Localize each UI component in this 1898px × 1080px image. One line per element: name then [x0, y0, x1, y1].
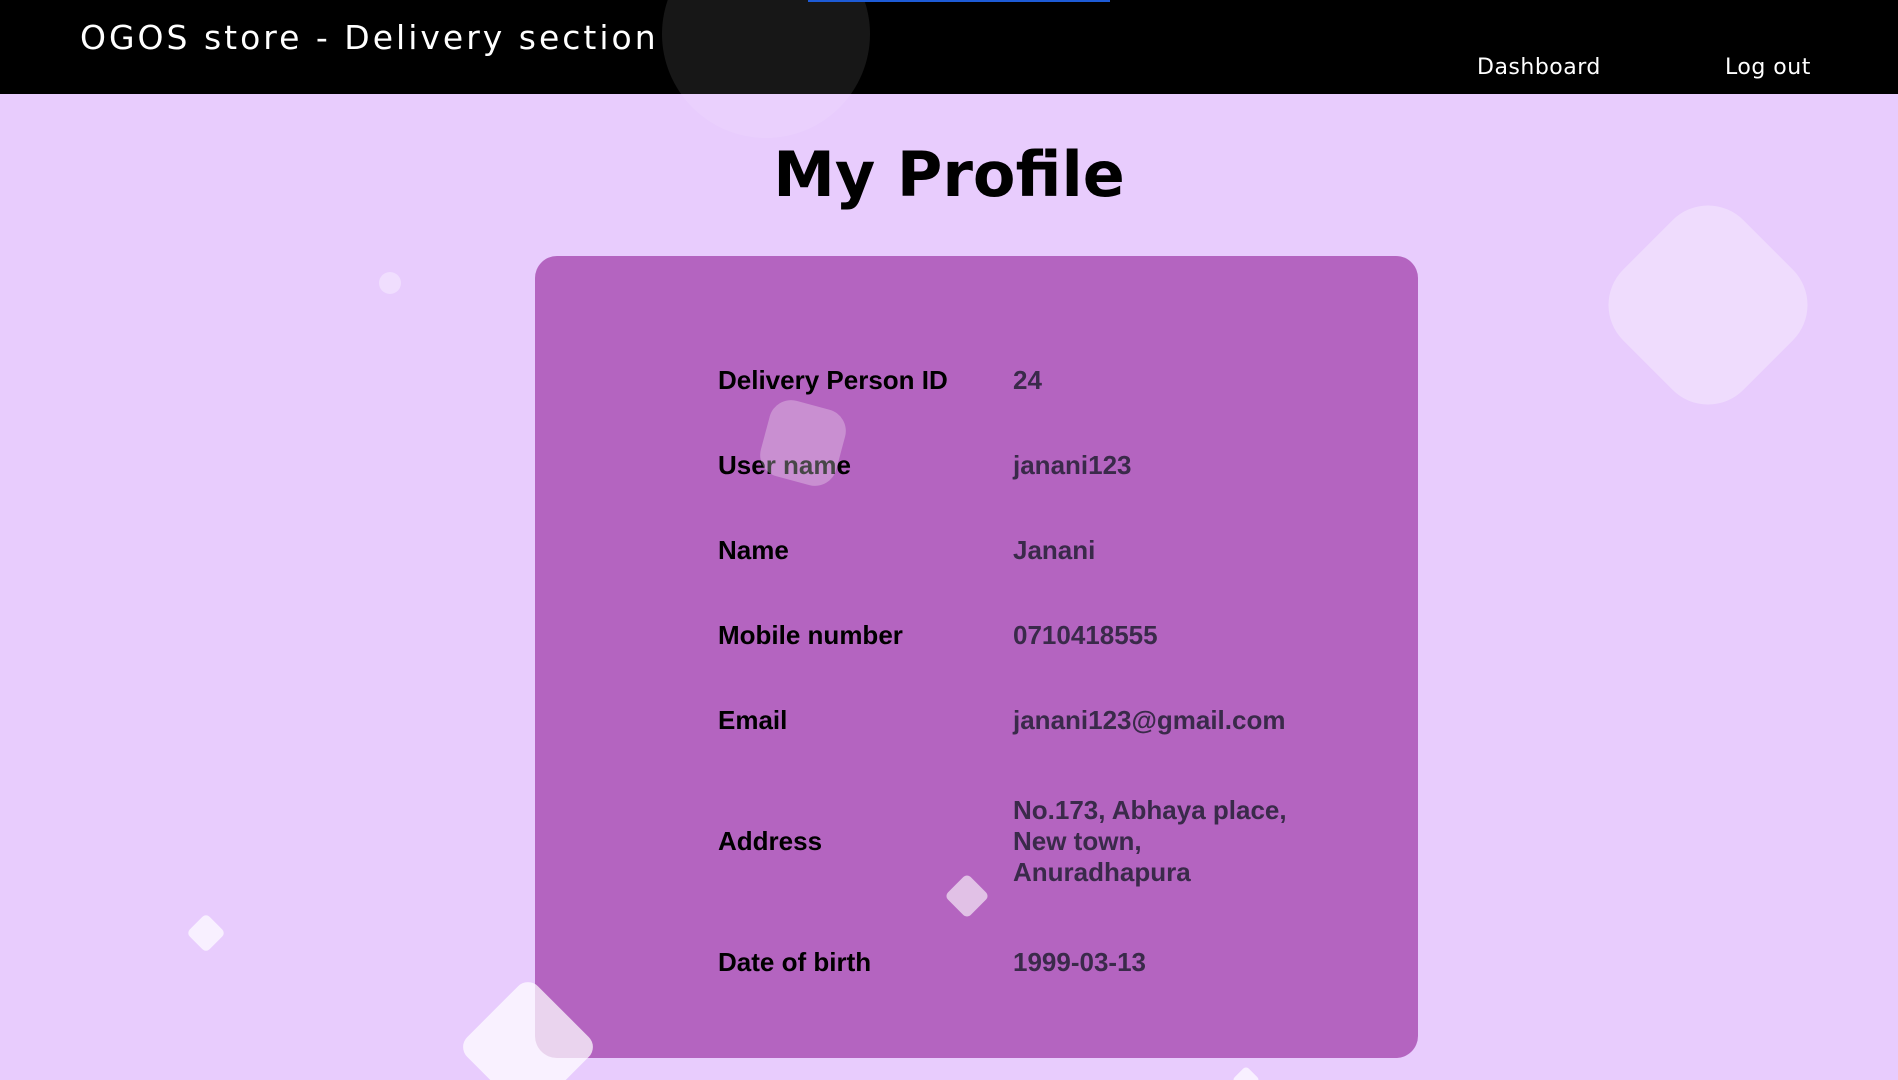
- profile-label: Date of birth: [718, 947, 872, 977]
- profile-label: Mobile number: [718, 620, 903, 650]
- address-line: No.173, Abhaya place,: [1013, 795, 1287, 825]
- profile-label: Delivery Person ID: [718, 365, 948, 395]
- profile-label: User name: [718, 450, 851, 480]
- nav-dashboard-link[interactable]: Dashboard: [1477, 55, 1601, 80]
- nav-logout-link[interactable]: Log out: [1725, 55, 1811, 80]
- profile-details-table: Delivery Person ID 24 User name janani12…: [718, 338, 1287, 1005]
- profile-row-id: Delivery Person ID 24: [718, 338, 1287, 423]
- address-line: New town,: [1013, 826, 1142, 856]
- profile-value: janani123@gmail.com: [1013, 705, 1286, 735]
- profile-label: Email: [718, 705, 788, 735]
- profile-row-mobile: Mobile number 0710418555: [718, 593, 1287, 678]
- profile-row-username: User name janani123: [718, 423, 1287, 508]
- page-title: My Profile: [773, 138, 1125, 211]
- profile-value: 0710418555: [1013, 620, 1158, 650]
- profile-value: Janani: [1013, 535, 1096, 565]
- decorative-dot: [379, 272, 401, 294]
- profile-row-dob: Date of birth 1999-03-13: [718, 920, 1287, 1005]
- brand-title: OGOS store - Delivery section: [80, 18, 659, 57]
- profile-value: janani123: [1013, 450, 1132, 480]
- address-line: Anuradhapura: [1013, 857, 1191, 887]
- decorative-square: [1233, 1067, 1259, 1080]
- profile-label: Name: [718, 535, 789, 565]
- decorative-square: [188, 915, 224, 951]
- profile-label: Address: [718, 826, 823, 856]
- profile-value: 24: [1013, 365, 1042, 395]
- profile-value-address: No.173, Abhaya place, New town, Anuradha…: [1013, 763, 1287, 920]
- profile-row-email: Email janani123@gmail.com: [718, 678, 1287, 763]
- profile-value: 1999-03-13: [1013, 947, 1146, 977]
- decorative-square: [1608, 205, 1808, 405]
- profile-row-address: Address No.173, Abhaya place, New town, …: [718, 763, 1287, 920]
- header-accent-line: [808, 0, 1110, 2]
- profile-row-name: Name Janani: [718, 508, 1287, 593]
